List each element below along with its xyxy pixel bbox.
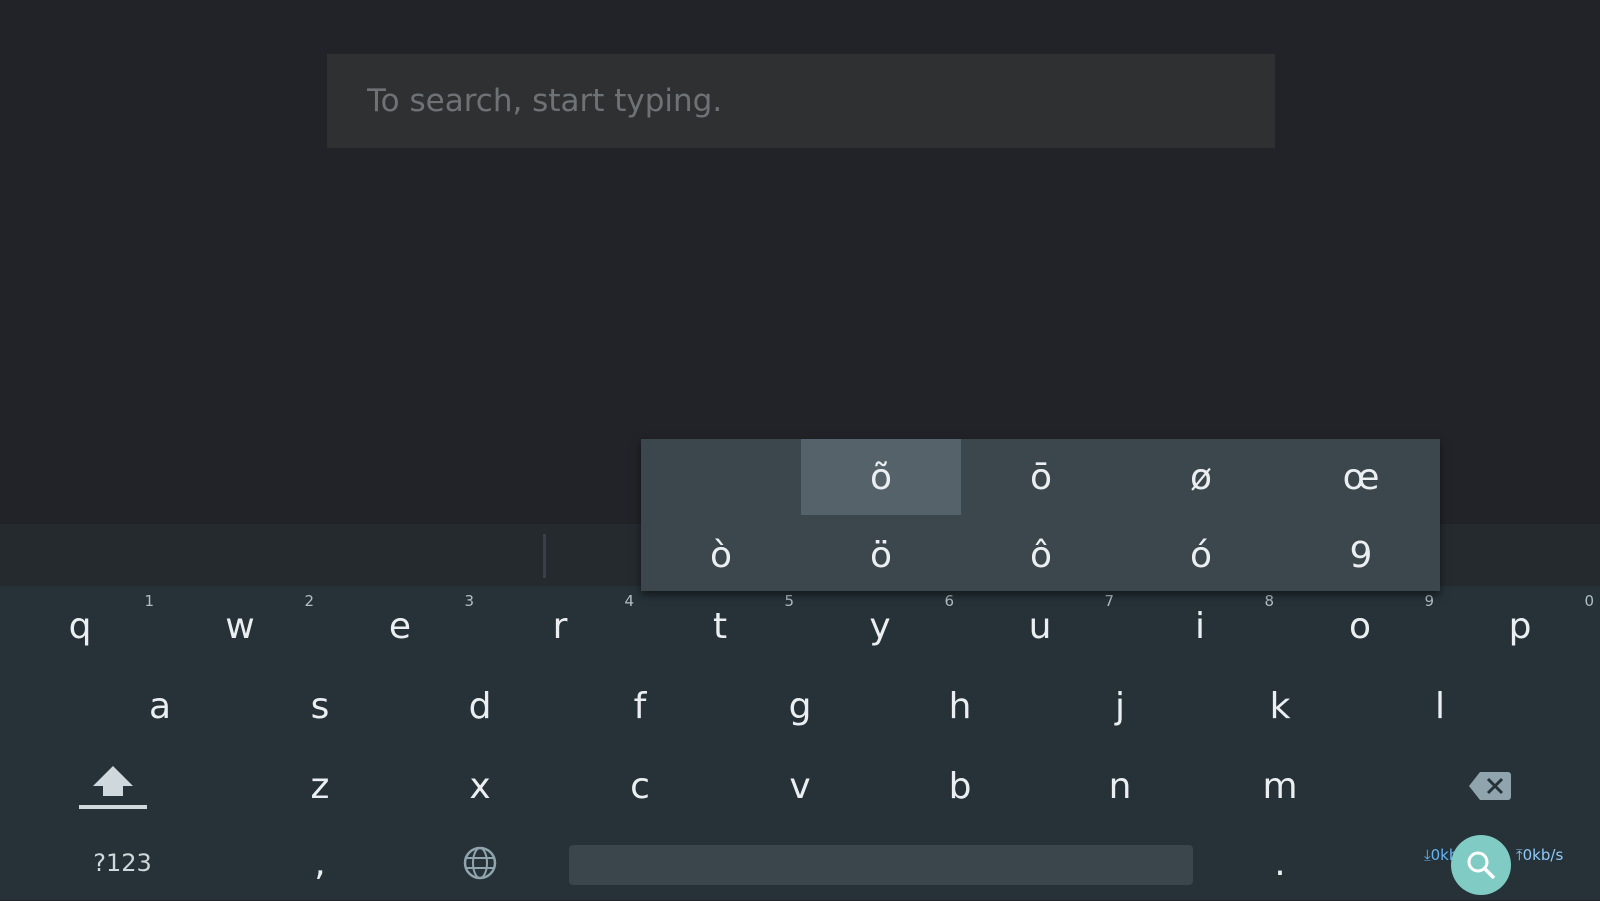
key-z[interactable]: z — [240, 748, 400, 824]
key-hint: 6 — [944, 592, 954, 610]
accent-popup: õ ō ø œ ò ö ô ó 9 — [641, 439, 1440, 591]
key-label: y — [869, 605, 891, 647]
key-r[interactable]: r 4 — [480, 588, 640, 664]
comma-key[interactable]: , — [280, 825, 360, 901]
backspace-icon — [1469, 772, 1511, 800]
key-label: o — [1348, 605, 1372, 647]
key-k[interactable]: k — [1200, 668, 1360, 744]
upload-arrow-icon: ⤒ — [1516, 846, 1523, 864]
key-hint: 1 — [144, 592, 154, 610]
key-label: w — [225, 605, 255, 647]
symbols-key[interactable]: ?123 — [60, 825, 185, 901]
accent-key-o-circumflex[interactable]: ô — [961, 517, 1121, 593]
key-c[interactable]: c — [560, 748, 720, 824]
key-label: p — [1508, 605, 1532, 647]
key-hint: 4 — [624, 592, 634, 610]
on-screen-keyboard: q 1 w 2 e 3 r 4 t 5 y 6 u 7 i 8 o 9 p 0 … — [0, 586, 1600, 900]
key-h[interactable]: h — [880, 668, 1040, 744]
backspace-key[interactable] — [1400, 748, 1580, 824]
key-v[interactable]: v — [720, 748, 880, 824]
key-n[interactable]: n — [1040, 748, 1200, 824]
accent-key-o-macron[interactable]: ō — [961, 439, 1121, 515]
key-label: q — [68, 605, 92, 647]
upload-speed-value: 0kb/s — [1522, 846, 1564, 864]
accent-key-oe[interactable]: œ — [1281, 439, 1441, 515]
key-x[interactable]: x — [400, 748, 560, 824]
key-e[interactable]: e 3 — [320, 588, 480, 664]
search-icon — [1467, 851, 1496, 880]
accent-key-o-acute[interactable]: ó — [1121, 517, 1281, 593]
key-hint: 3 — [464, 592, 474, 610]
shift-key[interactable] — [40, 748, 185, 824]
space-bar[interactable] — [569, 845, 1193, 885]
accent-key-empty — [641, 439, 801, 515]
key-d[interactable]: d — [400, 668, 560, 744]
key-a[interactable]: a — [80, 668, 240, 744]
search-input[interactable] — [367, 54, 1227, 148]
key-hint: 5 — [784, 592, 794, 610]
key-label: r — [552, 605, 568, 647]
key-m[interactable]: m — [1200, 748, 1360, 824]
key-y[interactable]: y 6 — [800, 588, 960, 664]
key-label: e — [388, 605, 412, 647]
language-key[interactable] — [440, 825, 520, 901]
key-w[interactable]: w 2 — [160, 588, 320, 664]
shift-icon — [78, 766, 147, 809]
key-i[interactable]: i 8 — [1120, 588, 1280, 664]
key-j[interactable]: j — [1040, 668, 1200, 744]
period-key[interactable]: . — [1240, 825, 1320, 901]
download-arrow-icon: ⤓ — [1424, 846, 1431, 864]
upload-speed: ⤒0kb/s — [1516, 846, 1563, 864]
accent-key-nine[interactable]: 9 — [1281, 517, 1441, 593]
key-f[interactable]: f — [560, 668, 720, 744]
key-hint: 7 — [1104, 592, 1114, 610]
key-label: t — [712, 605, 728, 647]
search-box[interactable] — [327, 54, 1275, 148]
key-hint: 8 — [1264, 592, 1274, 610]
search-button[interactable] — [1451, 835, 1511, 895]
key-label: i — [1194, 605, 1205, 647]
globe-icon — [463, 846, 497, 880]
accent-key-o-slash[interactable]: ø — [1121, 439, 1281, 515]
key-b[interactable]: b — [880, 748, 1040, 824]
accent-key-o-grave[interactable]: ò — [641, 517, 801, 593]
key-l[interactable]: l — [1360, 668, 1520, 744]
key-hint: 9 — [1424, 592, 1434, 610]
key-p[interactable]: p 0 — [1440, 588, 1600, 664]
key-o[interactable]: o 9 — [1280, 588, 1440, 664]
key-t[interactable]: t 5 — [640, 588, 800, 664]
key-hint: 2 — [304, 592, 314, 610]
key-hint: 0 — [1584, 592, 1594, 610]
accent-key-o-umlaut[interactable]: ö — [801, 517, 961, 593]
key-u[interactable]: u 7 — [960, 588, 1120, 664]
key-q[interactable]: q 1 — [0, 588, 160, 664]
accent-key-o-tilde[interactable]: õ — [801, 439, 961, 515]
key-g[interactable]: g — [720, 668, 880, 744]
suggestion-divider — [543, 534, 546, 578]
key-s[interactable]: s — [240, 668, 400, 744]
key-label: u — [1028, 605, 1052, 647]
